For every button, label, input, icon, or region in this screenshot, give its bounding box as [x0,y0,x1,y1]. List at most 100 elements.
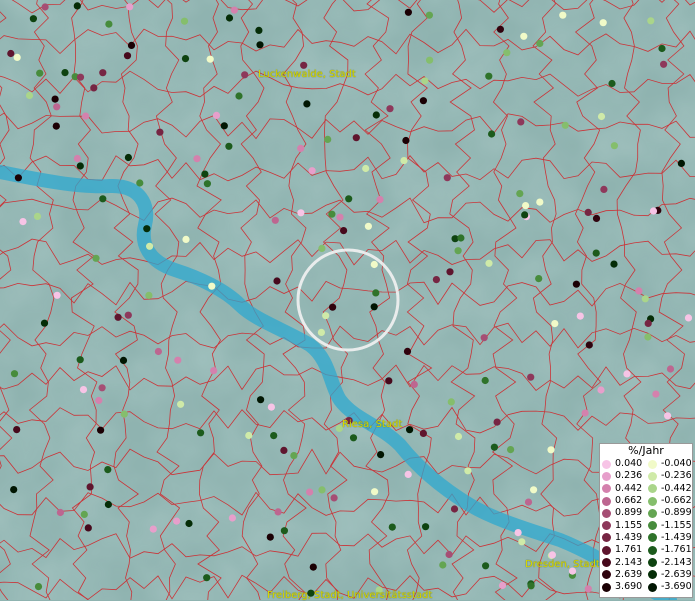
station-marker[interactable] [193,155,201,163]
station-marker[interactable] [76,162,84,170]
station-marker[interactable] [80,510,88,518]
station-marker[interactable] [99,195,107,203]
station-marker[interactable] [290,452,298,460]
station-marker[interactable] [126,3,134,11]
station-marker[interactable] [443,174,451,182]
station-marker[interactable] [174,356,182,364]
station-marker[interactable] [404,8,412,16]
station-marker[interactable] [345,195,353,203]
station-marker[interactable] [406,426,414,434]
station-marker[interactable] [649,207,658,215]
station-marker[interactable] [581,409,589,417]
station-marker[interactable] [56,508,64,517]
station-marker[interactable] [104,500,112,509]
station-marker[interactable] [535,275,543,283]
station-marker[interactable] [584,208,592,216]
station-marker[interactable] [400,157,408,165]
station-marker[interactable] [208,282,216,290]
station-marker[interactable] [181,55,190,63]
station-marker[interactable] [664,412,672,420]
station-marker[interactable] [446,268,454,276]
station-marker[interactable] [270,432,278,440]
station-marker[interactable] [203,180,211,188]
station-marker[interactable] [245,431,253,440]
station-marker[interactable] [297,144,305,152]
station-marker[interactable] [330,494,338,502]
station-marker[interactable] [25,91,34,100]
station-marker[interactable] [206,55,214,63]
station-marker[interactable] [308,167,316,175]
station-marker[interactable] [536,39,544,48]
station-marker[interactable] [524,498,533,506]
station-marker[interactable] [660,60,668,68]
station-marker[interactable] [225,14,234,22]
station-marker[interactable] [402,136,410,145]
station-marker[interactable] [684,314,693,322]
station-marker[interactable] [146,242,154,250]
station-marker[interactable] [33,212,42,220]
station-marker[interactable] [203,574,211,582]
station-marker[interactable] [329,303,337,311]
station-marker[interactable] [362,164,370,173]
station-marker[interactable] [652,390,660,398]
station-marker[interactable] [225,142,233,150]
station-marker[interactable] [82,112,90,120]
station-marker[interactable] [297,209,305,217]
station-marker[interactable] [641,295,649,303]
station-marker[interactable] [228,514,236,522]
station-marker[interactable] [104,466,112,474]
station-marker[interactable] [548,551,557,559]
station-marker[interactable] [536,198,544,206]
station-marker[interactable] [530,486,538,494]
station-marker[interactable] [34,583,43,591]
station-marker[interactable] [255,26,263,34]
station-marker[interactable] [585,341,593,349]
station-marker[interactable] [280,446,288,454]
station-marker[interactable] [241,71,249,79]
station-marker[interactable] [551,320,559,328]
station-marker[interactable] [600,185,608,193]
station-marker[interactable] [13,53,21,62]
station-marker[interactable] [454,247,462,255]
station-marker[interactable] [124,311,132,319]
station-marker[interactable] [372,289,380,297]
station-marker[interactable] [386,105,394,113]
station-marker[interactable] [95,396,103,405]
station-marker[interactable] [421,77,429,85]
station-marker[interactable] [370,260,378,269]
station-marker[interactable] [457,234,465,242]
station-marker[interactable] [493,418,501,426]
station-marker[interactable] [410,380,418,388]
station-marker[interactable] [318,486,326,494]
station-marker[interactable] [644,333,652,341]
station-marker[interactable] [517,118,525,126]
station-marker[interactable] [149,525,157,533]
station-marker[interactable] [496,25,504,33]
station-marker[interactable] [464,467,472,475]
station-marker[interactable] [90,84,98,92]
station-marker[interactable] [425,11,433,19]
station-marker[interactable] [419,429,427,437]
station-marker[interactable] [84,524,92,532]
station-marker[interactable] [376,195,384,204]
station-marker[interactable] [447,398,455,406]
station-marker[interactable] [53,103,61,111]
station-marker[interactable] [482,562,490,570]
station-marker[interactable] [599,19,607,27]
station-marker[interactable] [212,111,221,119]
station-marker[interactable] [76,356,84,364]
station-marker[interactable] [19,218,27,226]
station-marker[interactable] [485,72,493,80]
station-marker[interactable] [597,112,606,121]
station-marker[interactable] [119,356,128,364]
station-marker[interactable] [450,505,459,513]
station-marker[interactable] [29,15,37,23]
station-marker[interactable] [592,214,601,222]
station-marker[interactable] [7,49,15,58]
station-marker[interactable] [324,135,332,143]
station-marker[interactable] [235,92,243,100]
station-marker[interactable] [364,222,372,230]
station-marker[interactable] [180,17,189,25]
station-marker[interactable] [97,426,105,434]
station-marker[interactable] [145,291,153,299]
